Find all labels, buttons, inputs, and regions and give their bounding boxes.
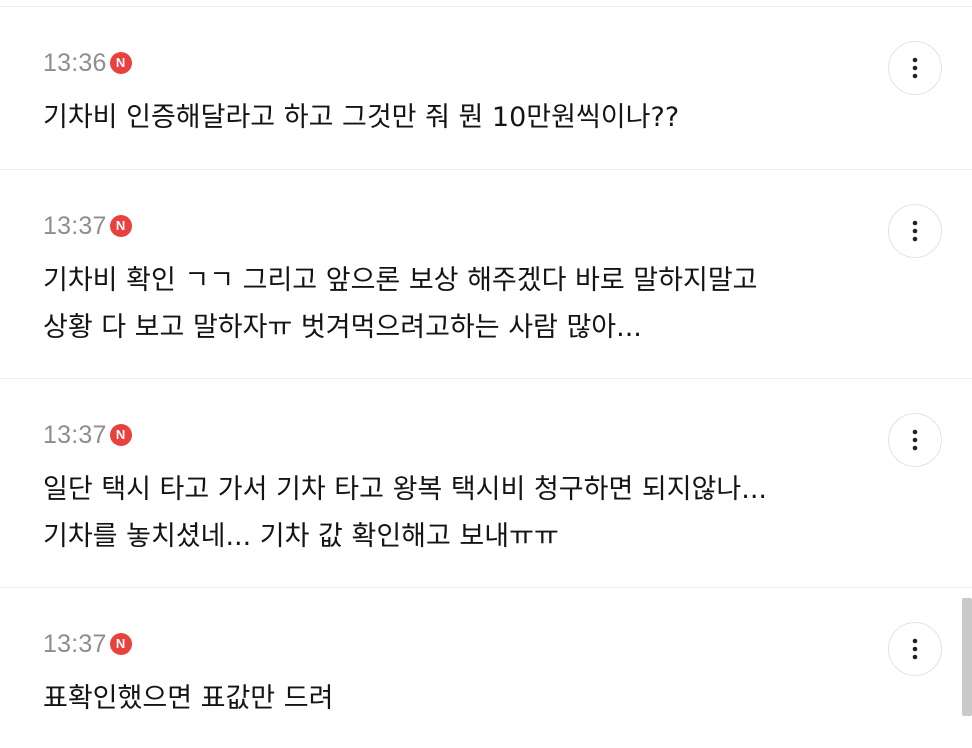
more-options-button[interactable] (888, 41, 942, 95)
more-vertical-icon (912, 220, 918, 242)
new-badge-icon: N (109, 52, 132, 74)
comment-item: 13:37 N 표확인했으면 표값만 드려 (0, 588, 972, 748)
more-vertical-icon (912, 57, 918, 79)
comment-item: 13:37 N 일단 택시 타고 가서 기차 타고 왕복 택시비 청구하면 되지… (0, 379, 972, 588)
comment-meta: 13:37 N (43, 628, 132, 660)
more-vertical-icon (912, 638, 918, 660)
new-badge-icon: N (109, 424, 132, 446)
comment-timestamp: 13:36 (43, 48, 107, 77)
comment-meta: 13:37 N (43, 419, 132, 451)
comment-item: 13:36 N 기차비 인증해달라고 하고 그것만 줘 뭔 10만원씩이나?? (0, 7, 972, 170)
comment-timestamp: 13:37 (43, 420, 107, 449)
comment-meta: 13:36 N (43, 47, 132, 79)
more-options-button[interactable] (888, 204, 942, 258)
comment-text: 기차비 인증해달라고 하고 그것만 줘 뭔 10만원씩이나?? (43, 102, 680, 133)
comment-timestamp: 13:37 (43, 629, 107, 658)
comment-meta: 13:37 N (43, 210, 132, 242)
new-badge-icon: N (109, 215, 132, 237)
new-badge-icon: N (109, 633, 132, 655)
scrollbar-thumb[interactable] (962, 598, 972, 716)
more-options-button[interactable] (888, 622, 942, 676)
comment-text: 일단 택시 타고 가서 기차 타고 왕복 택시비 청구하면 되지않나... 기차… (43, 474, 767, 552)
comment-text: 표확인했으면 표값만 드려 (43, 683, 334, 714)
comment-timestamp: 13:37 (43, 211, 107, 240)
more-vertical-icon (912, 429, 918, 451)
more-options-button[interactable] (888, 413, 942, 467)
comment-text: 기차비 확인 ㄱㄱ 그리고 앞으론 보상 해주겠다 바로 말하지말고 상황 다 … (43, 265, 758, 343)
comment-item: 13:37 N 기차비 확인 ㄱㄱ 그리고 앞으론 보상 해주겠다 바로 말하지… (0, 170, 972, 379)
comment-list: 13:36 N 기차비 인증해달라고 하고 그것만 줘 뭔 10만원씩이나?? … (0, 7, 972, 748)
